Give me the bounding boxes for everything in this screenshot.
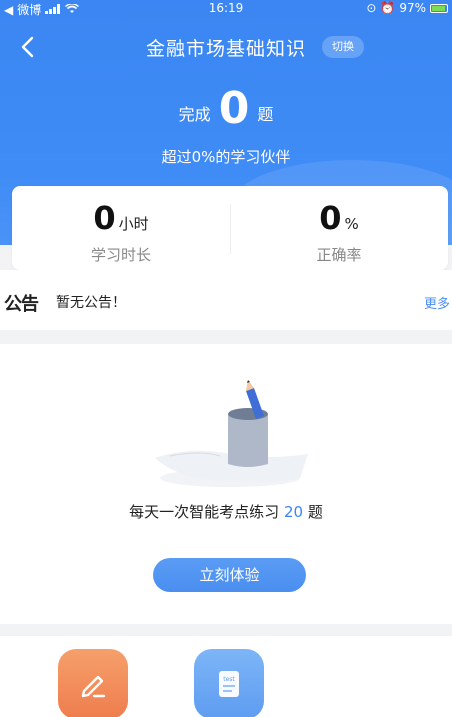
stats-card: 0 小时 学习时长 0% 正确率 <box>12 186 448 270</box>
complete-suffix: 题 <box>257 105 274 124</box>
study-time-label: 学习时长 <box>90 246 151 264</box>
notice-more-link[interactable]: 更多 <box>424 293 450 312</box>
pencil-write-icon <box>81 675 106 698</box>
notice-text: 暂无公告！ <box>56 295 126 311</box>
accuracy-unit: % <box>344 215 359 233</box>
alarm-icon: ⏰ <box>380 1 396 15</box>
accuracy-label: 正确率 <box>316 246 362 264</box>
status-right: ⊙ ⏰ 97% <box>366 1 448 15</box>
battery-icon <box>430 3 448 13</box>
edit-tile[interactable] <box>58 649 128 717</box>
complete-summary: 完成 0 题 <box>0 86 452 132</box>
practice-text-suffix: 题 <box>307 503 323 521</box>
exceed-text: 超过0%的学习伙伴 <box>161 148 291 166</box>
study-time-unit: 小时 <box>118 215 149 233</box>
test-document-icon: test <box>219 671 239 697</box>
notice-bar: 公告 暂无公告！ 更多 <box>0 270 452 330</box>
status-bar: ◀ 微博 16:19 ⊙ ⏰ 97% <box>0 0 452 18</box>
accuracy-value-row: 0% <box>230 200 448 242</box>
pencil-cup-illustration <box>155 380 308 487</box>
battery-percent: 97% <box>399 1 426 15</box>
practice-text-prefix: 每天一次智能考点练习 <box>129 503 280 521</box>
bottom-tiles: test <box>0 636 452 717</box>
complete-prefix: 完成 <box>178 105 211 124</box>
page-title: 金融市场基础知识 <box>145 38 306 60</box>
complete-count: 0 <box>218 83 250 134</box>
practice-text: 每天一次智能考点练习 20 题 <box>0 501 452 522</box>
study-time-value: 0 <box>93 199 116 237</box>
practice-card: 每天一次智能考点练习 20 题 立刻体验 <box>0 344 452 624</box>
practice-count: 20 <box>283 503 304 521</box>
accuracy-value: 0 <box>319 199 342 237</box>
test-label: test <box>223 676 235 683</box>
nav-bar: 金融市场基础知识 切换 <box>0 30 452 64</box>
test-tile[interactable]: test <box>194 649 264 717</box>
study-time-value-row: 0 小时 <box>12 200 230 242</box>
switch-button[interactable]: 切换 <box>322 36 364 58</box>
try-now-button[interactable]: 立刻体验 <box>153 558 306 592</box>
accuracy-stat: 0% 正确率 <box>230 200 448 265</box>
rotation-lock-icon: ⊙ <box>366 1 377 15</box>
notice-logo: 公告 <box>4 294 39 315</box>
study-time-stat: 0 小时 学习时长 <box>12 200 230 265</box>
